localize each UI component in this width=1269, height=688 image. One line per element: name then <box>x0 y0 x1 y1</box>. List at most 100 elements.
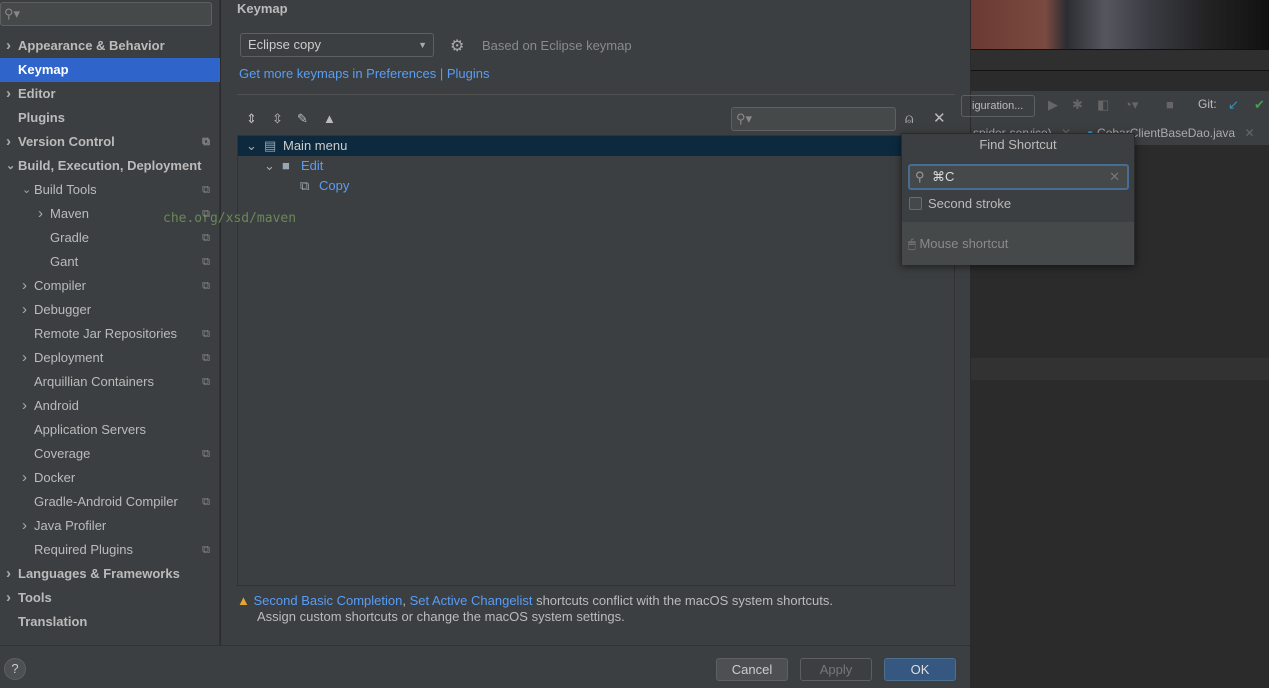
sidebar-item-label: Android <box>34 398 79 413</box>
action-tree-row[interactable]: ⌄ ■ Edit <box>238 156 954 176</box>
second-stroke-label: Second stroke <box>928 196 1012 211</box>
conflict-warning: ▲ Second Basic Completion, Set Active Ch… <box>237 593 833 625</box>
settings-sidebar: ⚲▾ › Appearance & Behavior Keymap › Editor Pl… <box>0 0 220 645</box>
action-search-input[interactable]: ⚲▾ <box>731 107 896 131</box>
sidebar-item[interactable]: › Compiler ⧉ <box>0 274 220 298</box>
conflict-link-2[interactable]: Set Active Changelist <box>410 593 533 608</box>
search-icon: ⚲▾ <box>736 111 753 126</box>
chevron-right-icon[interactable]: › <box>6 130 11 154</box>
sidebar-item-label: Appearance & Behavior <box>18 38 165 53</box>
shortcut-input[interactable]: ⚲ ⌘C ✕ <box>908 164 1129 190</box>
run-config-select[interactable]: iguration... <box>961 95 1035 117</box>
sidebar-item[interactable]: ⌄ Build, Execution, Deployment <box>0 154 220 178</box>
sidebar-item[interactable]: Keymap <box>0 58 220 82</box>
settings-tree: › Appearance & Behavior Keymap › Editor Plugi… <box>0 34 220 634</box>
keymap-select[interactable]: Eclipse copy ▼ <box>240 33 434 57</box>
sidebar-item-label: Application Servers <box>34 422 146 437</box>
chevron-down-icon[interactable]: ⌄ <box>264 156 275 176</box>
dialog-footer: ? Cancel Apply OK <box>0 645 970 688</box>
sidebar-item[interactable]: › Android <box>0 394 220 418</box>
action-label: Copy <box>319 178 350 193</box>
sidebar-item[interactable]: Gradle ⧉ <box>0 226 220 250</box>
find-shortcut-icon[interactable]: ⍝ <box>905 110 913 127</box>
run-icon[interactable]: ▶ <box>1048 97 1058 113</box>
conflicts-warning-icon[interactable]: ▲ <box>323 111 336 126</box>
sidebar-item[interactable]: › Debugger <box>0 298 220 322</box>
sidebar-item[interactable]: Application Servers <box>0 418 220 442</box>
profile-icon[interactable]: ◔▾ <box>1124 97 1138 113</box>
sidebar-item[interactable]: › Java Profiler <box>0 514 220 538</box>
sidebar-item[interactable]: › Deployment ⧉ <box>0 346 220 370</box>
help-button[interactable]: ? <box>4 658 26 680</box>
clear-filter-icon[interactable]: ✕ <box>933 109 946 127</box>
sidebar-item[interactable]: Gant ⧉ <box>0 250 220 274</box>
gear-icon[interactable]: ⚙ <box>450 36 464 56</box>
chevron-right-icon[interactable]: › <box>22 514 27 538</box>
sidebar-item[interactable]: Remote Jar Repositories ⧉ <box>0 322 220 346</box>
sidebar-item[interactable]: Gradle-Android Compiler ⧉ <box>0 490 220 514</box>
chevron-right-icon[interactable]: › <box>6 34 11 58</box>
edit-pencil-icon[interactable]: ✎ <box>297 111 308 127</box>
chevron-right-icon[interactable]: › <box>6 562 11 586</box>
coverage-icon[interactable]: ◧ <box>1097 97 1109 113</box>
clear-icon[interactable]: ✕ <box>1109 166 1120 188</box>
sidebar-item[interactable]: › Version Control ⧉ <box>0 130 220 154</box>
sidebar-item[interactable]: Required Plugins ⧉ <box>0 538 220 562</box>
sidebar-item[interactable]: › Appearance & Behavior <box>0 34 220 58</box>
settings-search-input[interactable]: ⚲▾ <box>0 2 212 26</box>
page-title: Keymap <box>237 1 288 16</box>
sidebar-item-label: Languages & Frameworks <box>18 566 180 581</box>
sidebar-item[interactable]: Translation <box>0 610 220 634</box>
action-label: Edit <box>301 158 324 173</box>
cancel-button[interactable]: Cancel <box>716 658 788 681</box>
actions-tree: ⌄ ▤ Main menu ⌄ ■ Edit ⧉ Copy <box>237 135 955 586</box>
close-icon[interactable]: ✕ <box>1244 126 1254 140</box>
chevron-right-icon[interactable]: › <box>38 202 43 226</box>
sidebar-item[interactable]: › Editor <box>0 82 220 106</box>
sidebar-item[interactable]: › Tools <box>0 586 220 610</box>
git-commit-icon[interactable]: ✔ <box>1254 97 1265 113</box>
chevron-right-icon[interactable]: › <box>22 394 27 418</box>
sidebar-item[interactable]: › Languages & Frameworks <box>0 562 220 586</box>
collapse-all-icon[interactable]: ⇳ <box>272 111 283 127</box>
action-tree-row[interactable]: ⌄ ▤ Main menu <box>238 136 954 156</box>
conflict-link-1[interactable]: Second Basic Completion <box>254 593 403 608</box>
sidebar-item[interactable]: Coverage ⧉ <box>0 442 220 466</box>
project-settings-icon: ⧉ <box>202 256 210 268</box>
sidebar-item-label: Gradle-Android Compiler <box>34 494 178 509</box>
chevron-right-icon[interactable]: › <box>6 586 11 610</box>
checkbox[interactable] <box>909 197 922 210</box>
mouse-shortcut-button[interactable]: 🖱 Mouse shortcut <box>908 236 1008 252</box>
chevron-right-icon[interactable]: › <box>22 298 27 322</box>
sidebar-item-label: Deployment <box>34 350 104 365</box>
chevron-right-icon[interactable]: › <box>22 274 27 298</box>
sidebar-item-label: Maven <box>50 206 90 221</box>
ok-button[interactable]: OK <box>884 658 956 681</box>
stop-icon[interactable]: ■ <box>1166 97 1174 112</box>
sidebar-item[interactable]: Arquillian Containers ⧉ <box>0 370 220 394</box>
apply-button[interactable]: Apply <box>800 658 872 681</box>
warning-text-2: Assign custom shortcuts or change the ma… <box>257 609 625 624</box>
expand-all-icon[interactable]: ⇕ <box>246 111 257 127</box>
chevron-down-icon[interactable]: ⌄ <box>22 178 31 202</box>
chevron-down-icon[interactable]: ⌄ <box>246 136 257 156</box>
second-stroke-checkbox[interactable]: Second stroke <box>909 196 1011 211</box>
sidebar-item-label: Editor <box>18 86 56 101</box>
action-tree-row[interactable]: ⧉ Copy <box>238 176 954 196</box>
git-update-icon[interactable]: ↙ <box>1228 97 1239 113</box>
sidebar-item-label: Keymap <box>18 62 69 77</box>
project-settings-icon: ⧉ <box>202 376 210 388</box>
debug-icon[interactable]: ✱ <box>1072 97 1083 113</box>
sidebar-item[interactable]: ⌄ Build Tools ⧉ <box>0 178 220 202</box>
project-settings-icon: ⧉ <box>202 352 210 364</box>
chevron-right-icon[interactable]: › <box>22 466 27 490</box>
sidebar-item[interactable]: › Docker <box>0 466 220 490</box>
sidebar-item[interactable]: Plugins <box>0 106 220 130</box>
project-settings-icon: ⧉ <box>202 544 210 556</box>
get-more-keymaps-link[interactable]: Get more keymaps in Preferences | Plugin… <box>239 66 490 81</box>
chevron-down-icon[interactable]: ⌄ <box>6 154 15 178</box>
divider <box>237 94 955 95</box>
chevron-right-icon[interactable]: › <box>6 82 11 106</box>
chevron-right-icon[interactable]: › <box>22 346 27 370</box>
sidebar-item-label: Java Profiler <box>34 518 107 533</box>
